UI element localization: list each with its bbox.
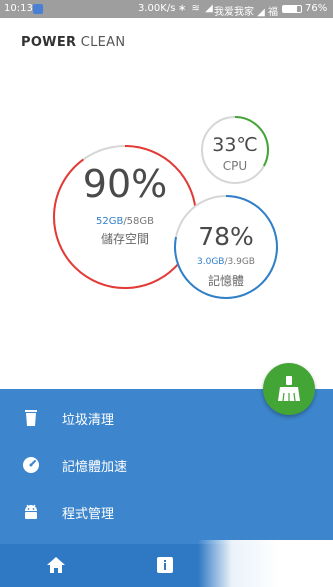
status-icons: ∗ ≋ ◢ (178, 3, 214, 14)
menu-item-memory-boost[interactable]: 記憶體加速 (0, 445, 333, 485)
memory-size: 3.0GB/3.9GB (173, 257, 279, 267)
memory-gauge[interactable]: 78% 3.0GB/3.9GB 記憶體 (173, 194, 279, 300)
memory-percent: 78% (198, 222, 254, 251)
storage-total: /58GB (123, 216, 155, 227)
home-icon[interactable] (45, 554, 67, 576)
cpu-label: CPU (222, 159, 248, 173)
app-title-bold: POWER (21, 35, 77, 50)
memory-label: 記憶體 (207, 274, 244, 288)
redacted-area (198, 540, 333, 587)
android-icon (25, 504, 37, 519)
app-title-light: CLEAN (80, 35, 126, 50)
memory-used: 3.0GB (197, 257, 225, 267)
app-title: POWER CLEAN (21, 35, 125, 50)
menu-item-label: 記憶體加速 (62, 460, 128, 475)
speedometer-icon (23, 457, 39, 473)
carrier-label: 我爱我家 ◢ 福 (214, 7, 279, 18)
network-speed: 3.00K/s (138, 3, 176, 14)
clean-button[interactable] (263, 363, 315, 415)
battery-percent: 76% (305, 3, 328, 14)
menu-item-label: 垃圾清理 (62, 413, 115, 428)
battery-fill (283, 6, 297, 12)
broom-icon (278, 376, 300, 402)
status-time: 10:13 (4, 3, 33, 14)
trash-icon (25, 410, 37, 426)
memory-total: /3.9GB (224, 257, 255, 267)
menu-item-app-manager[interactable]: 程式管理 (0, 492, 333, 532)
battery-icon (282, 5, 302, 13)
cpu-temperature: 33℃ (212, 134, 258, 156)
storage-used: 52GB (95, 216, 124, 227)
notification-app-icon (33, 4, 43, 14)
menu-item-label: 程式管理 (62, 507, 115, 522)
status-bar: 10:13 3.00K/s ∗ ≋ ◢ 我爱我家 ◢ 福 76% (0, 0, 333, 18)
info-icon[interactable] (154, 554, 176, 576)
cpu-gauge[interactable]: 33℃ CPU (200, 115, 270, 185)
